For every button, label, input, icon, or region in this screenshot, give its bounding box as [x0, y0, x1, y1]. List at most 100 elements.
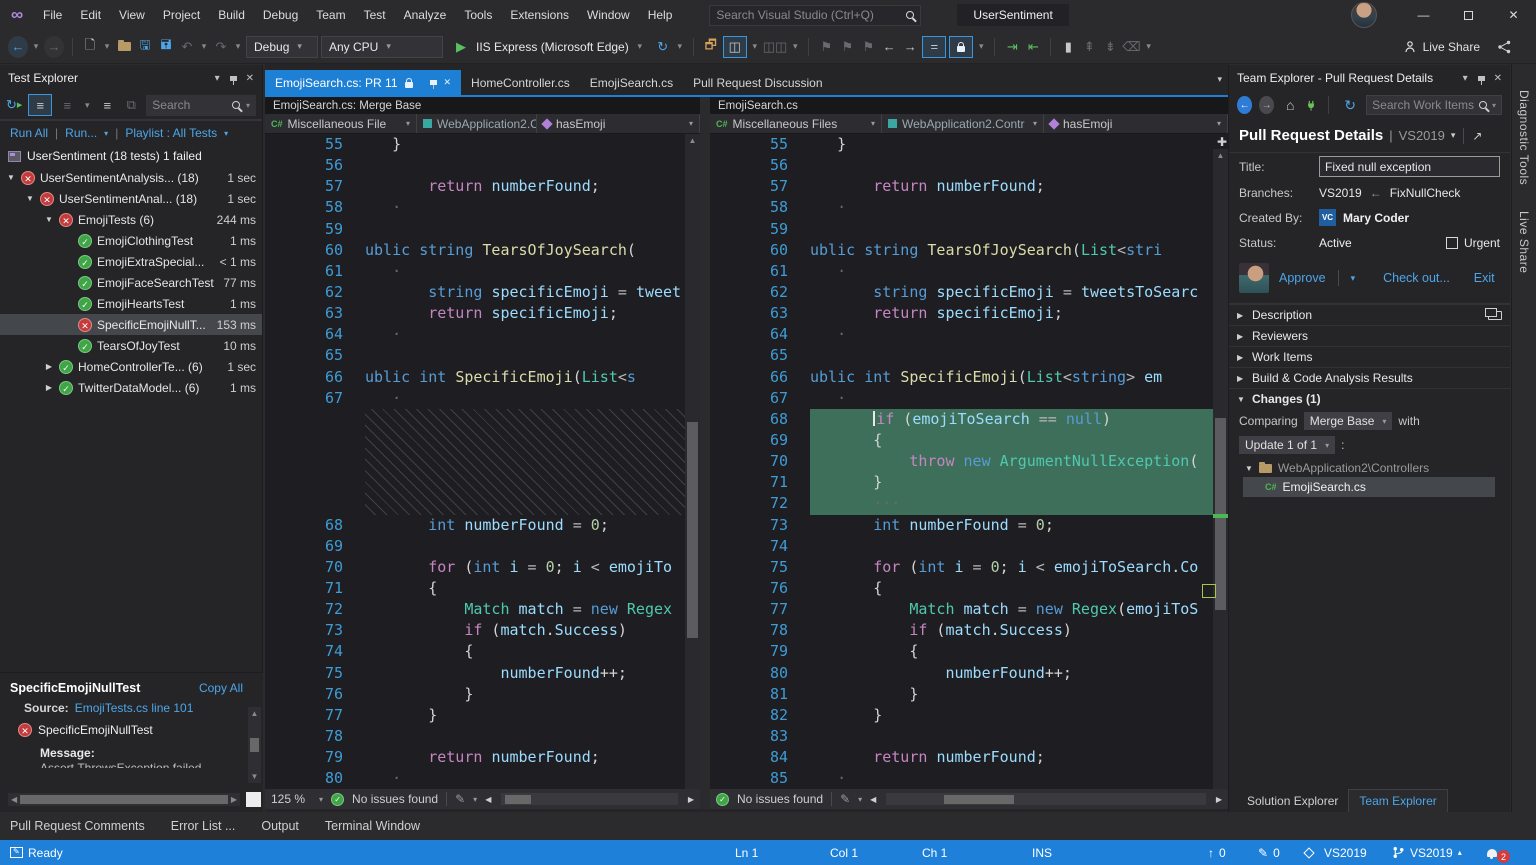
test-tree-row-usersentimentanal-18[interactable]: ▼ ✕ UserSentimentAnal... (18) 1 sec: [0, 188, 262, 209]
test-search-input[interactable]: Search ▾: [146, 94, 256, 116]
code-line[interactable]: 79 return numberFound;: [265, 747, 700, 768]
home-icon[interactable]: ⌂: [1281, 94, 1299, 116]
browser-link-icon[interactable]: ◫◫: [763, 36, 788, 58]
code-line[interactable]: 85 ·: [710, 768, 1213, 789]
test-tree-row-tearsofjoytest[interactable]: ✓ TearsOfJoyTest 10 ms: [0, 335, 262, 356]
right-vertical-scrollbar[interactable]: ▲: [1213, 149, 1228, 789]
code-line[interactable]: 67 ·: [265, 388, 700, 409]
nav-dropdown-miscellaneous-file[interactable]: C# Miscellaneous File ▾: [265, 114, 417, 133]
code-line[interactable]: 61 ·: [710, 261, 1213, 282]
forward-icon[interactable]: →: [1259, 96, 1275, 114]
tab-emojisearch-cs-pr-11[interactable]: EmojiSearch.cs: PR 11 ✕: [265, 70, 462, 95]
code-line[interactable]: 75 for (int i = 0; i < emojiToSearch.Co: [710, 557, 1213, 578]
code-line[interactable]: 55 }: [710, 134, 1213, 155]
group-by-icon[interactable]: ≡: [98, 94, 116, 116]
code-line[interactable]: 60 ublic string TearsOfJoySearch(List<str…: [710, 240, 1213, 261]
branch-indicator[interactable]: VS2019 ▴: [1392, 840, 1462, 865]
menu-extensions[interactable]: Extensions: [501, 0, 578, 30]
code-line[interactable]: 70 throw new ArgumentNullException(: [710, 451, 1213, 473]
code-line[interactable]: 65: [710, 345, 1213, 366]
maximize-button[interactable]: [1446, 0, 1491, 30]
comment-icon-1[interactable]: ⚑: [817, 36, 835, 58]
tool-tab-solution-explorer[interactable]: Solution Explorer: [1237, 790, 1348, 812]
changed-file-row[interactable]: C# EmojiSearch.cs: [1243, 477, 1495, 497]
test-tree-row-emojiextraspecial[interactable]: ✓ EmojiExtraSpecial... < 1 ms: [0, 251, 262, 272]
bookmark-icon[interactable]: ▮: [1059, 36, 1077, 58]
panel-menu-caret-icon[interactable]: ▾: [1463, 73, 1468, 84]
code-line[interactable]: 80 ·: [265, 768, 700, 789]
expand-icon[interactable]: ↗: [1472, 129, 1482, 143]
expander-icon[interactable]: ▼: [25, 194, 35, 203]
prev-bookmark-icon[interactable]: ⇞: [1080, 36, 1098, 58]
platform-dropdown[interactable]: Any CPU ▾: [321, 35, 443, 58]
code-line[interactable]: 74: [710, 536, 1213, 557]
close-icon[interactable]: ✕: [246, 73, 254, 84]
bottom-tab-error-list[interactable]: Error List ...: [171, 819, 236, 833]
redo-icon[interactable]: ↷: [212, 36, 230, 58]
code-line[interactable]: 63 return specificEmoji;: [710, 303, 1213, 324]
context-caret-icon[interactable]: ▾: [1451, 130, 1456, 141]
tab-emojisearch-cs[interactable]: EmojiSearch.cs: [580, 70, 683, 95]
section-expander-icon[interactable]: ▶: [1237, 353, 1245, 362]
back-icon[interactable]: ←: [1237, 96, 1253, 114]
code-line[interactable]: 57 return numberFound;: [710, 176, 1213, 197]
section-changes-1[interactable]: ▼ Changes (1): [1229, 388, 1510, 409]
tab-diagnostic-tools[interactable]: Diagnostic Tools: [1517, 90, 1531, 185]
code-cleanup-icon[interactable]: ✎: [455, 792, 465, 806]
undo-icon[interactable]: ↶: [178, 36, 196, 58]
menu-project[interactable]: Project: [154, 0, 209, 30]
code-line[interactable]: 71 }: [710, 472, 1213, 494]
tab-pull-request-discussion[interactable]: Pull Request Discussion: [683, 70, 832, 95]
expander-icon[interactable]: ▼: [6, 173, 16, 182]
comment-icon-3[interactable]: ⚑: [859, 36, 877, 58]
code-line[interactable]: 74 {: [265, 641, 700, 662]
close-icon[interactable]: ✕: [1494, 73, 1502, 84]
tab-live-share[interactable]: Live Share: [1517, 211, 1531, 273]
code-line[interactable]: 56: [710, 155, 1213, 176]
menu-edit[interactable]: Edit: [71, 0, 110, 30]
code-line[interactable]: 56: [265, 155, 700, 176]
code-line[interactable]: 68 int numberFound = 0;: [265, 515, 700, 536]
detail-vertical-scrollbar[interactable]: ▲ ▼: [248, 707, 261, 783]
code-line[interactable]: 57 return numberFound;: [265, 176, 700, 197]
code-line[interactable]: 65: [265, 345, 700, 366]
code-line[interactable]: 78: [265, 726, 700, 747]
live-share-button[interactable]: Live Share: [1403, 40, 1480, 54]
pr-title-input[interactable]: Fixed null exception: [1319, 156, 1500, 177]
code-line[interactable]: 69 {: [710, 429, 1213, 452]
test-tree-row-usersentimentanalysis-18[interactable]: ▼ ✕ UserSentimentAnalysis... (18) 1 sec: [0, 167, 262, 188]
code-line[interactable]: 62 string specificEmoji = tweet: [265, 282, 700, 303]
test-explorer-header[interactable]: Test Explorer ▾ ✕: [0, 65, 262, 91]
code-line[interactable]: 67 ·: [710, 388, 1213, 409]
incoming-commits-indicator[interactable]: ↑ 0: [1208, 840, 1226, 865]
test-tree-row-emojiheartstest[interactable]: ✓ EmojiHeartsTest 1 ms: [0, 293, 262, 314]
inline-diff-icon[interactable]: =: [922, 35, 947, 58]
next-bookmark-icon[interactable]: ⇟: [1101, 36, 1119, 58]
changes-folder-row[interactable]: ▼ WebApplication2\Controllers: [1229, 457, 1510, 477]
approve-button[interactable]: Approve: [1279, 271, 1326, 285]
run-link[interactable]: Run...: [65, 126, 97, 140]
comment-icon-2[interactable]: ⚑: [838, 36, 856, 58]
new-file-caret[interactable]: ▾: [102, 36, 112, 58]
hierarchy-icon[interactable]: ≡: [58, 94, 76, 116]
zoom-dropdown[interactable]: 125 % ▾: [271, 792, 323, 806]
configuration-dropdown[interactable]: Debug ▾: [246, 35, 318, 58]
prev-change-icon[interactable]: ←: [880, 36, 898, 58]
section-expander-icon[interactable]: ▶: [1237, 374, 1245, 383]
user-avatar[interactable]: [1351, 2, 1377, 28]
pin-icon[interactable]: [429, 80, 437, 89]
bottom-tab-pull-request-comments[interactable]: Pull Request Comments: [10, 819, 145, 833]
code-line[interactable]: 70 for (int i = 0; i < emojiTo: [265, 557, 700, 578]
section-build-code-analysis-results[interactable]: ▶ Build & Code Analysis Results: [1229, 367, 1510, 388]
code-line[interactable]: 68 if (emojiToSearch == null): [710, 408, 1213, 430]
preview-changes-icon[interactable]: 🗗: [702, 36, 720, 58]
refresh-icon[interactable]: ↻: [654, 36, 672, 58]
code-line[interactable]: 73 if (match.Success): [265, 620, 700, 641]
nav-dropdown-webapplication2-contr[interactable]: WebApplication2.Contr ▾: [882, 114, 1044, 133]
code-line[interactable]: 76 {: [710, 578, 1213, 599]
test-tree-row-twitterdatamodel-6[interactable]: ▶ ✓ TwitterDataModel... (6) 1 ms: [0, 377, 262, 398]
team-explorer-header[interactable]: Team Explorer - Pull Request Details ▾ ✕: [1229, 65, 1510, 91]
hscroll-left-icon[interactable]: ◀: [485, 795, 491, 804]
layers-icon[interactable]: ⧉: [122, 94, 140, 116]
test-tree-row-emojifacesearchtest[interactable]: ✓ EmojiFaceSearchTest 77 ms: [0, 272, 262, 293]
